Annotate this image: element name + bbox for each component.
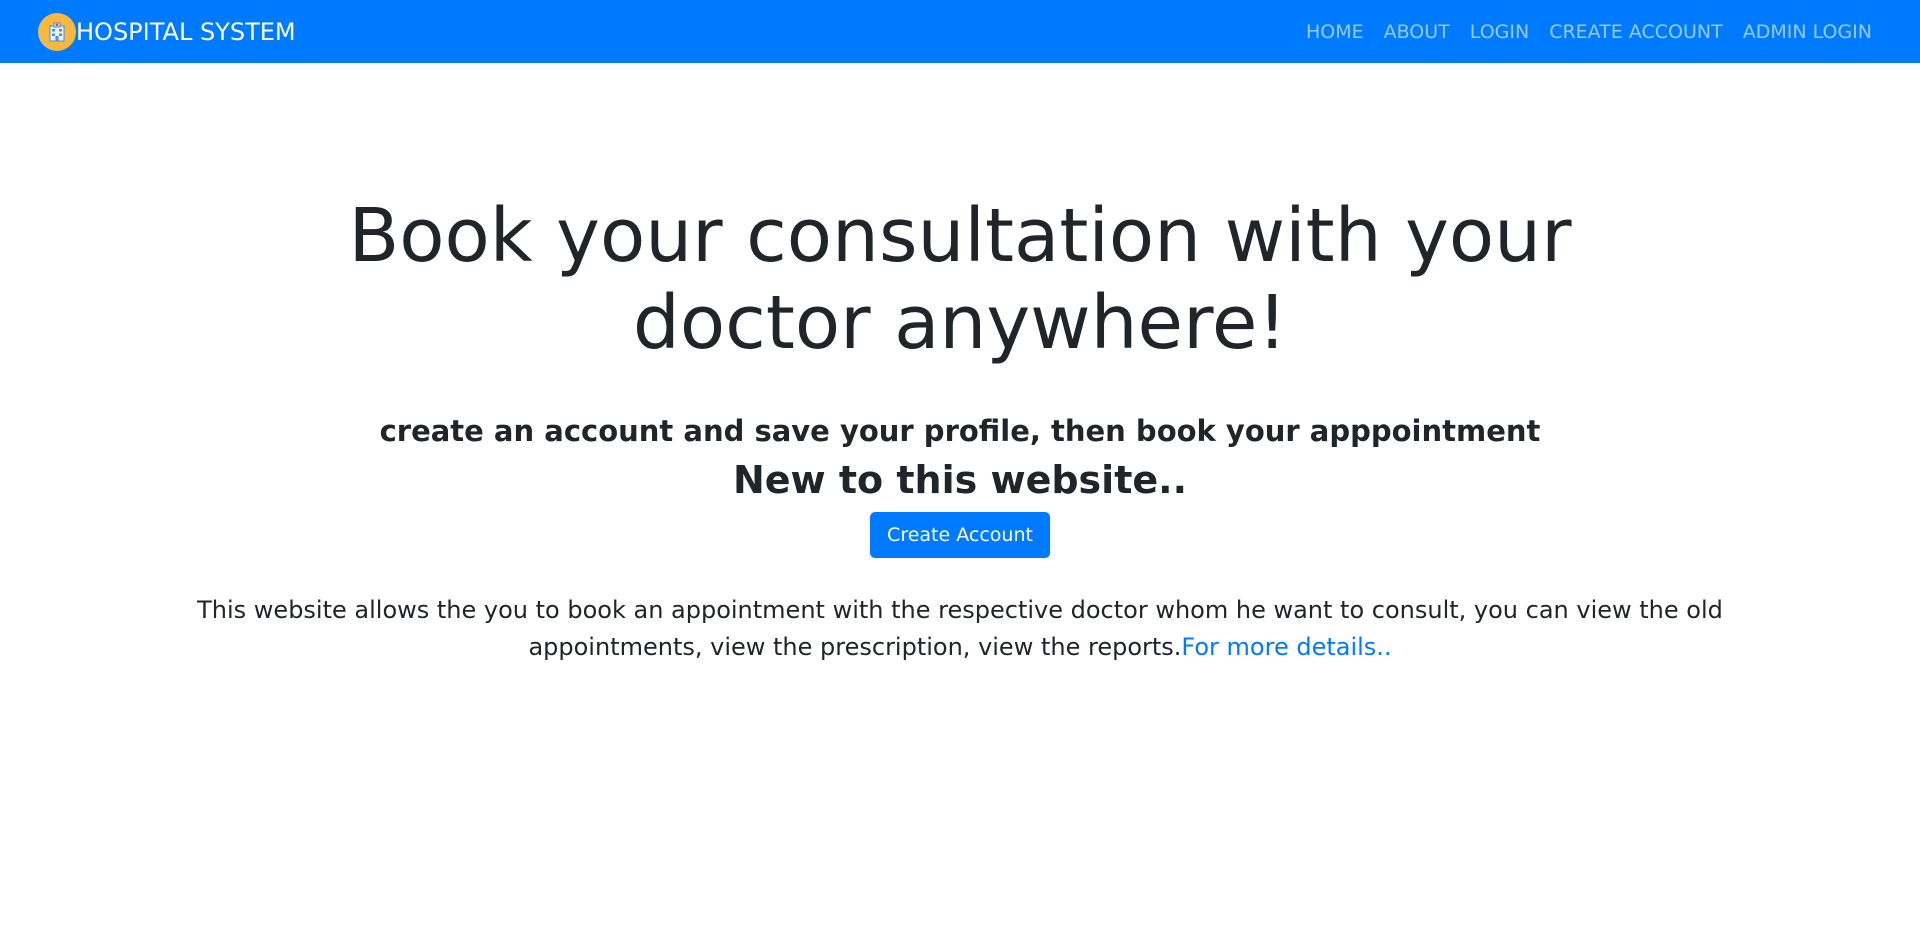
site-description: This website allows the you to book an a…	[0, 592, 1920, 666]
main-content: Book your consultation with your doctor …	[0, 63, 1920, 666]
nav-login[interactable]: LOGIN	[1470, 21, 1529, 43]
hero-title: Book your consultation with your doctor …	[348, 193, 1572, 367]
nav-admin-login[interactable]: ADMIN LOGIN	[1743, 21, 1872, 43]
navbar: HOSPITAL SYSTEM HOME ABOUT LOGIN CREATE …	[0, 0, 1920, 63]
nav-links: HOME ABOUT LOGIN CREATE ACCOUNT ADMIN LO…	[1286, 21, 1872, 43]
more-details-link[interactable]: For more details..	[1181, 633, 1391, 661]
nav-create-account[interactable]: CREATE ACCOUNT	[1549, 21, 1723, 43]
create-account-button[interactable]: Create Account	[870, 511, 1050, 558]
nav-about[interactable]: ABOUT	[1384, 21, 1450, 43]
nav-home[interactable]: HOME	[1306, 21, 1364, 43]
brand-link[interactable]: HOSPITAL SYSTEM	[38, 12, 296, 51]
hospital-icon	[38, 12, 76, 51]
new-to-website-heading: New to this website..	[732, 457, 1188, 502]
brand-text: HOSPITAL SYSTEM	[76, 17, 296, 46]
hero-subtitle: create an account and save your profile,…	[379, 413, 1541, 448]
description-text: This website allows the you to book an a…	[197, 595, 1723, 661]
